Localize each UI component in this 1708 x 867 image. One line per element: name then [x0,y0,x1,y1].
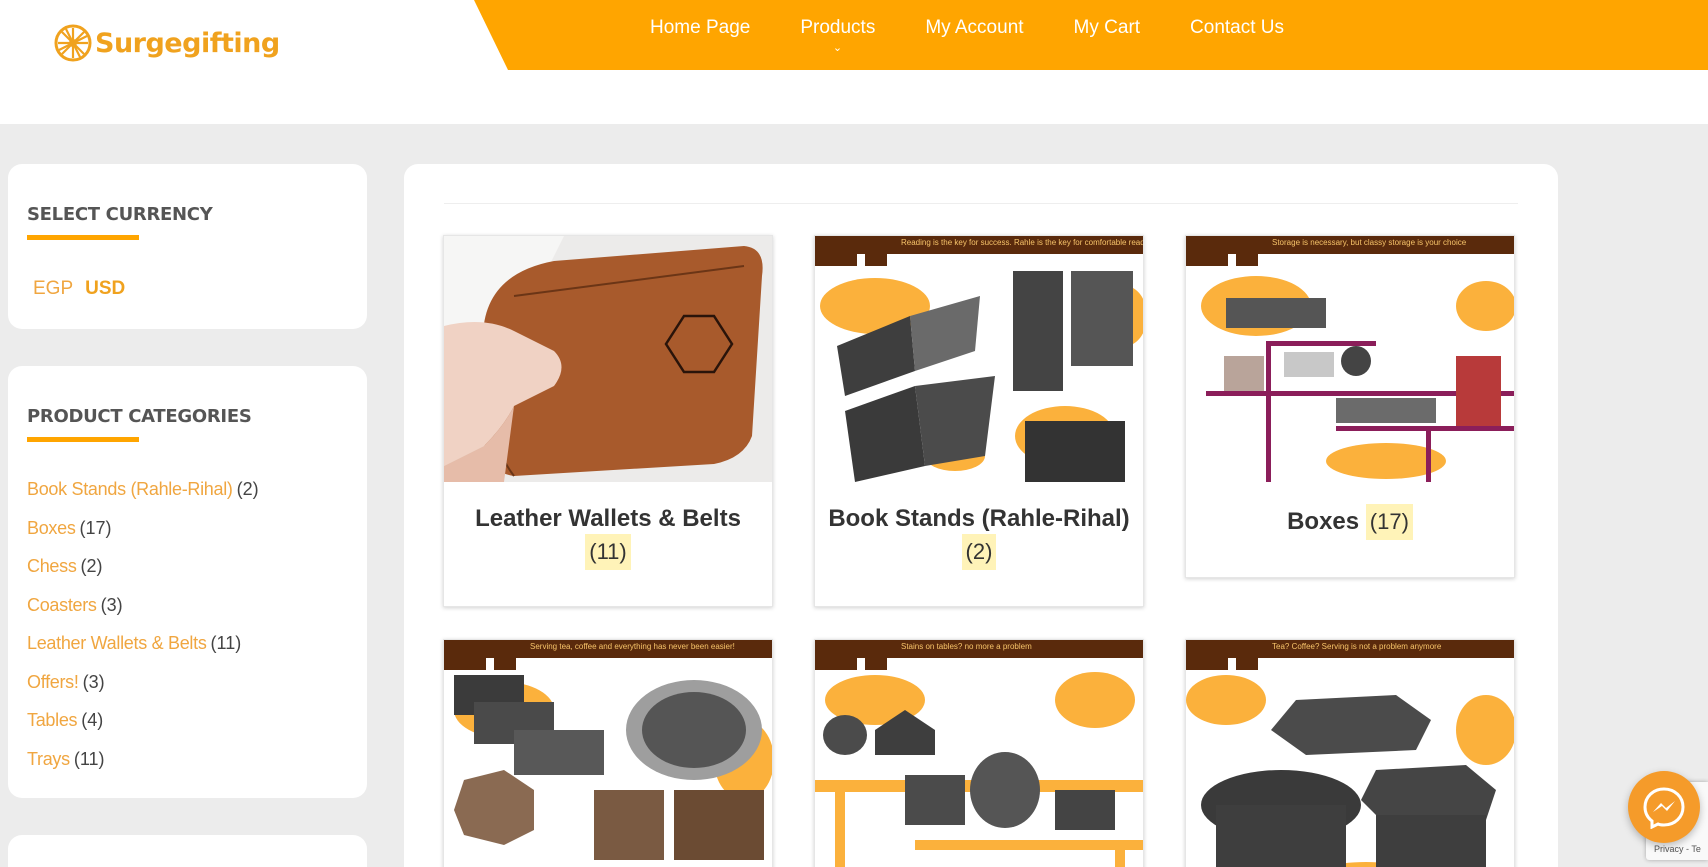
nav-contact-us[interactable]: Contact Us [1190,17,1284,39]
nav-my-account[interactable]: My Account [925,17,1023,39]
product-categories-widget: Product Categories Book Stands (Rahle-Ri… [8,366,367,798]
poster-banner-block [1236,236,1258,266]
site-logo[interactable]: Surgegifting [52,22,280,64]
poster-banner-block [1186,236,1228,266]
messenger-icon [1643,787,1685,829]
card-count-badge: (2) [961,534,997,570]
poster-banner-block [865,236,887,266]
brand-name: Surgegifting [95,27,280,59]
category-card-trays[interactable]: Serving tea, coffee and everything has n… [443,639,773,867]
site-header: Surgegifting Home Page Products ⌄ My Acc… [0,0,1708,124]
category-link-tables[interactable]: Tables [27,710,78,730]
title-underline [27,437,139,442]
category-item: Trays (11) [27,747,259,786]
category-item: Coasters (3) [27,593,259,632]
card-title-text: Leather Wallets & Belts [475,505,741,532]
category-item: Boxes (17) [27,516,259,555]
card-title: Boxes (17) [1186,504,1514,540]
card-title: Leather Wallets & Belts (11) [444,504,772,570]
poster-banner-text: Stains on tables? no more a problem [901,642,1032,651]
nav-products[interactable]: Products ⌄ [800,17,876,54]
category-count: (3) [82,671,105,692]
category-link-boxes[interactable]: Boxes [27,518,76,538]
category-card-book-stands[interactable]: Reading is the key for success. Rahle is… [814,235,1144,607]
category-item: Offers! (3) [27,670,259,709]
category-card-leather-wallets[interactable]: Leather Wallets & Belts (11) [443,235,773,607]
category-link-chess[interactable]: Chess [27,556,77,576]
leather-wallet-image [444,236,772,482]
sidebar-widget-partial [8,835,367,867]
divider [444,203,1518,204]
category-count: (11) [210,633,242,653]
poster-banner-block [444,640,486,670]
nav-my-cart[interactable]: My Cart [1074,17,1141,39]
poster-banner-text: Reading is the key for success. Rahle is… [901,238,1143,247]
category-count: (2) [236,479,259,499]
coasters-image: Stains on tables? no more a problem [815,640,1143,867]
category-count: (3) [100,594,123,615]
card-count-badge: (11) [585,534,631,570]
poster-banner-block [1236,640,1258,670]
currency-usd-option[interactable]: USD [85,278,125,300]
title-underline [27,235,139,240]
poster-banner-block [815,236,857,266]
main-nav: Home Page Products ⌄ My Account My Cart … [650,0,1334,56]
category-count: (11) [73,748,105,769]
card-title-text: Book Stands (Rahle-Rihal) [828,505,1130,532]
category-item: Tables (4) [27,708,259,747]
category-count: (17) [79,517,112,538]
currency-switcher: EGP USD [33,278,125,300]
tables-image: Tea? Coffee? Serving is not a problem an… [1186,640,1514,867]
trays-image: Serving tea, coffee and everything has n… [444,640,772,867]
currency-egp-option[interactable]: EGP [33,278,73,300]
messenger-chat-button[interactable] [1628,771,1700,843]
categories-widget-title: Product Categories [27,406,252,427]
poster-banner-block [815,640,857,670]
poster-banner-text: Tea? Coffee? Serving is not a problem an… [1272,642,1442,651]
poster-banner-text: Storage is necessary, but classy storage… [1272,238,1467,247]
boxes-image: Storage is necessary, but classy storage… [1186,236,1514,482]
category-link-leather-wallets[interactable]: Leather Wallets & Belts [27,633,207,653]
category-count: (4) [81,710,104,730]
category-link-coasters[interactable]: Coasters [27,595,97,615]
card-title-text: Boxes [1287,508,1360,535]
sun-logo-icon [54,24,92,62]
card-count-badge: (17) [1365,504,1413,540]
card-title: Book Stands (Rahle-Rihal) (2) [815,504,1143,570]
category-card-boxes[interactable]: Storage is necessary, but classy storage… [1185,235,1515,578]
poster-banner-text: Serving tea, coffee and everything has n… [530,642,735,651]
nav-products-label: Products [800,17,876,38]
currency-widget: Select Currency EGP USD [8,164,367,329]
currency-widget-title: Select Currency [27,204,213,225]
category-card-coasters[interactable]: Stains on tables? no more a problem [814,639,1144,867]
product-grid-panel: Leather Wallets & Belts (11) Reading is … [404,164,1558,867]
category-item: Book Stands (Rahle-Rihal) (2) [27,477,259,516]
category-list: Book Stands (Rahle-Rihal) (2) Boxes (17) C… [27,477,259,785]
poster-banner-block [865,640,887,670]
book-stands-image: Reading is the key for success. Rahle is… [815,236,1143,482]
category-card-tables[interactable]: Tea? Coffee? Serving is not a problem an… [1185,639,1515,867]
recaptcha-text: Privacy - Te [1654,844,1701,854]
category-item: Chess (2) [27,554,259,593]
poster-banner-block [1186,640,1228,670]
poster-banner-block [494,640,516,670]
nav-home[interactable]: Home Page [650,17,750,39]
chevron-down-icon: ⌄ [832,42,843,54]
category-link-book-stands[interactable]: Book Stands (Rahle-Rihal) [27,479,233,499]
category-count: (2) [80,556,103,576]
category-item: Leather Wallets & Belts (11) [27,631,259,670]
category-link-trays[interactable]: Trays [27,749,70,769]
category-link-offers[interactable]: Offers! [27,672,79,692]
